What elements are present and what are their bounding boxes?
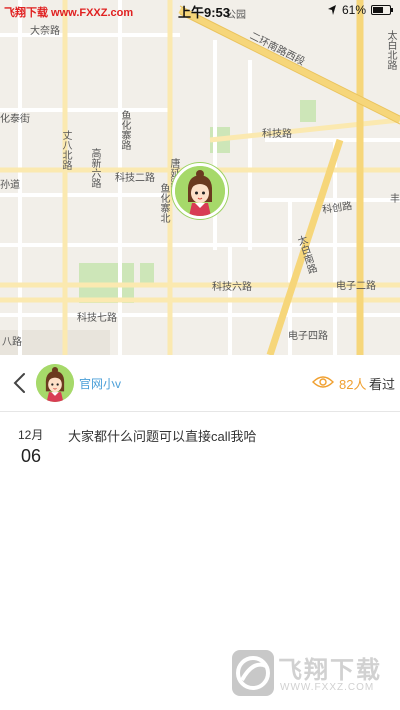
status-bar: 飞翔下载 www.FXXZ.com 上午9:53 61% [0,0,400,22]
view-suffix: 看过 [369,377,396,392]
map-label: 丰 [390,194,400,205]
status-time: 上午9:53 [178,5,231,20]
battery-percent: 61% [342,3,367,17]
bottom-watermark: 飞翔下载 WWW.FXXZ.COM [232,650,388,698]
map-label: 科技路 [262,129,292,140]
map-view[interactable]: 大奈路 公园 二环南路西段 太白北路 化泰街 孙道 丈八北路 高新六路 鱼化寨路… [0,0,400,355]
map-label: 科技七路 [77,313,117,324]
user-name[interactable]: 官网小v [79,375,121,392]
post-text: 大家都什么问题可以直接call我哈 [68,429,257,444]
location-arrow-icon [328,5,336,15]
post-month: 12月 [18,428,44,442]
map-label: 丈八北路 [60,130,71,170]
post-day: 06 [21,446,42,466]
back-arrow-icon[interactable] [8,369,32,397]
top-watermark: 飞翔下载 www.FXXZ.com [4,7,134,19]
watermark-url: WWW.FXXZ.COM [280,682,375,693]
map-label: 鱼化寨北 [158,183,169,223]
map-label: 鱼化寨路 [119,110,130,150]
map-label: 太白北路 [385,30,396,70]
map-label: 大奈路 [30,26,60,37]
watermark-title: 飞翔下载 [278,657,382,684]
map-label: 化泰街 [0,114,30,125]
map-label: 八路 [2,337,22,348]
view-count: 82人 [339,377,367,392]
battery-icon [371,5,393,15]
map-label: 电子二路 [336,281,376,292]
avatar[interactable] [36,364,74,402]
map-label: 电子四路 [288,331,328,342]
map-label: 科技二路 [115,173,155,184]
girl-avatar-icon [175,166,225,216]
watermark-logo-icon [232,650,274,696]
map-label: 孙道 [0,180,20,191]
eye-icon [312,376,334,388]
post-header: 官网小v 82人 看过 [0,355,400,412]
girl-avatar-icon [36,364,74,402]
map-user-pin[interactable] [172,163,228,219]
battery-fill [373,7,383,13]
map-label: 科技六路 [212,282,252,293]
map-label: 高新六路 [89,148,100,188]
